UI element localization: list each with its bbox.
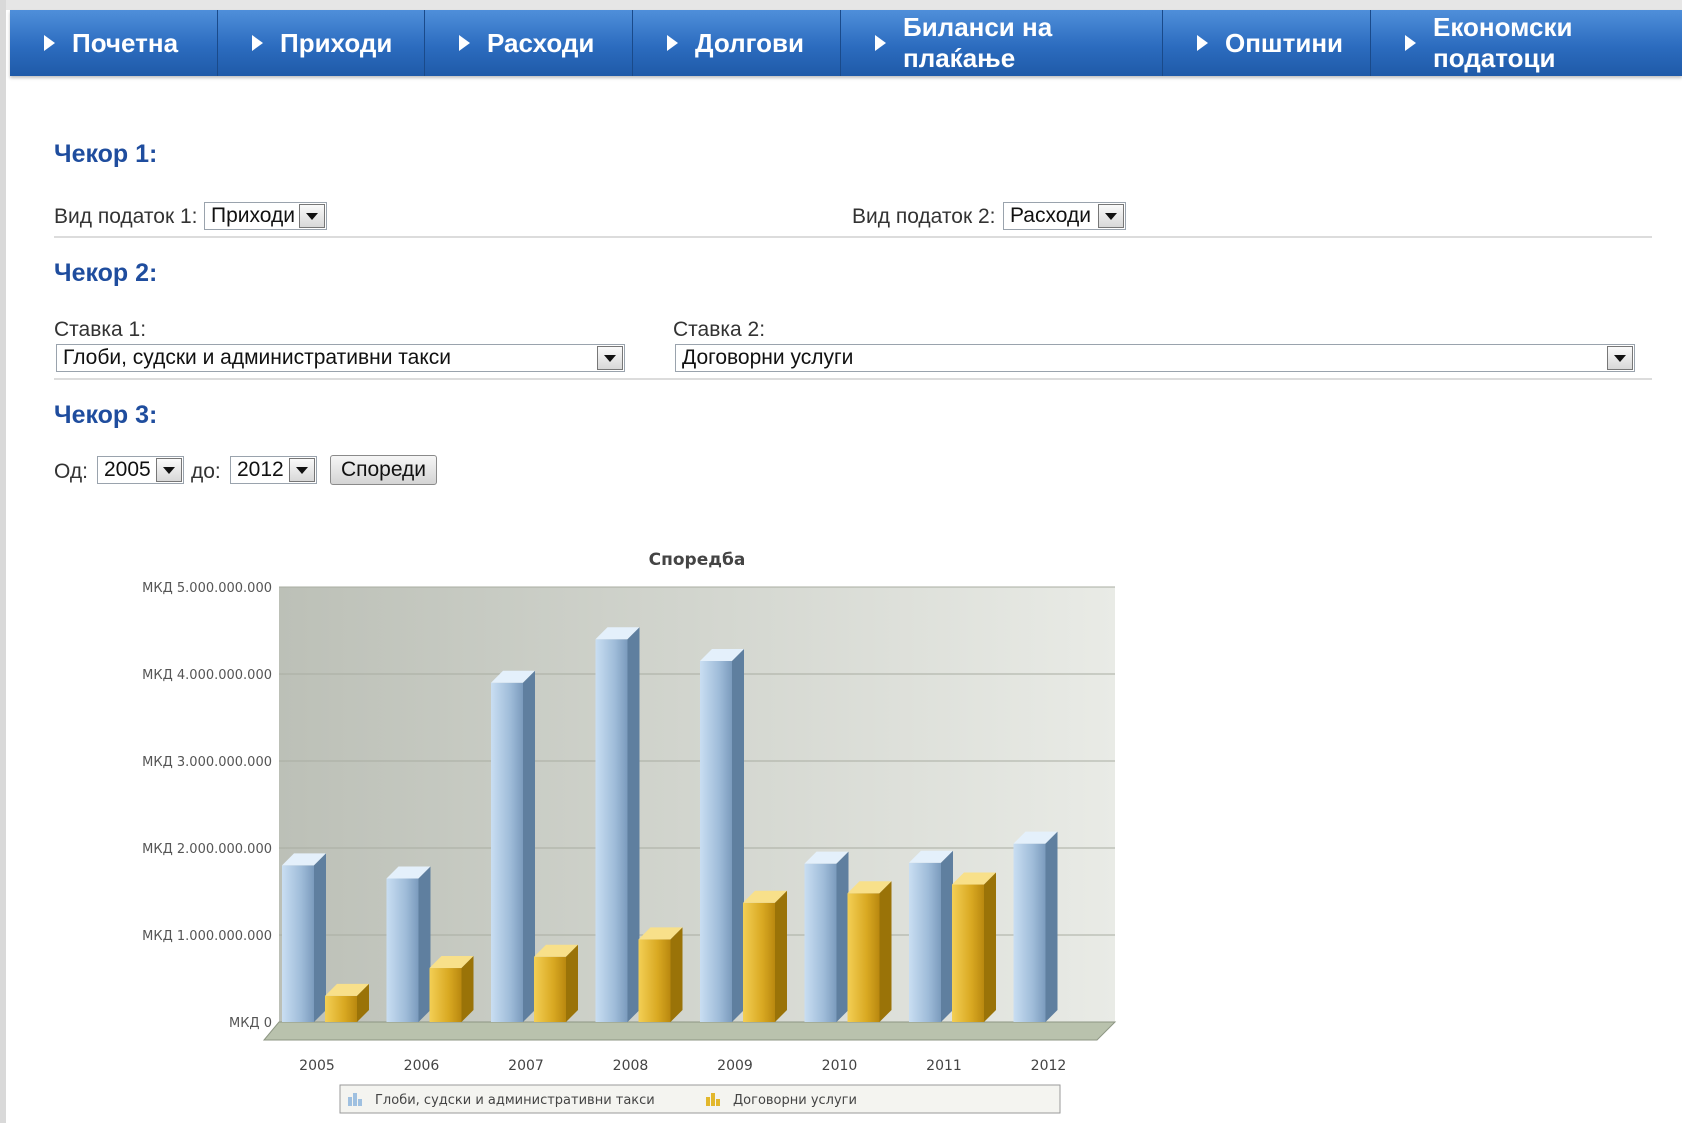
x-tick-label: 2008 — [613, 1058, 649, 1074]
nav-item-municipalities[interactable]: Општини — [1163, 10, 1371, 76]
bar-series2 — [638, 927, 683, 1022]
nav-item-label: Долгови — [695, 27, 804, 58]
chevron-down-icon — [1105, 213, 1117, 220]
nav-item-label: Биланси на плаќање — [903, 12, 1053, 73]
bar-series1 — [1013, 831, 1058, 1022]
chevron-down-icon — [1614, 355, 1626, 362]
to-label: до: — [191, 460, 221, 483]
x-tick-label: 2006 — [404, 1058, 440, 1074]
y-tick-label: МКД 2.000.000.000 — [142, 842, 272, 857]
x-tick-label: 2007 — [508, 1058, 544, 1074]
dropdown-button[interactable] — [1098, 204, 1124, 228]
from-label: Од: — [54, 460, 88, 483]
dropdown-button[interactable] — [1607, 346, 1633, 370]
comparison-chart: Споредба МКД 0 МКД 1.000.000.000 МКД 2.000… — [142, 550, 1117, 1114]
chevron-down-icon — [163, 467, 175, 474]
play-arrow-icon — [459, 35, 470, 51]
play-arrow-icon — [44, 35, 55, 51]
dropdown-button[interactable] — [597, 346, 623, 370]
bar-series1 — [491, 670, 535, 1022]
step1-title: Чекор 1: — [54, 140, 158, 168]
main-nav: Почетна Приходи Расходи Долгови Биланси … — [10, 10, 1682, 76]
item1-label: Ставка 1: — [54, 318, 147, 341]
play-arrow-icon — [1405, 35, 1416, 51]
chart-legend: Глоби, судски и административни такси До… — [339, 1084, 1061, 1114]
bar-series2 — [952, 872, 996, 1022]
y-tick-label: МКД 3.000.000.000 — [142, 755, 272, 770]
divider — [54, 236, 1652, 238]
nav-item-label: Општини — [1225, 27, 1344, 58]
play-arrow-icon — [1197, 35, 1208, 51]
step3-title: Чекор 3: — [54, 401, 158, 429]
bar-series1 — [595, 627, 640, 1022]
nav-item-balance-of-payments[interactable]: Биланси на плаќање — [841, 10, 1163, 76]
nav-item-home[interactable]: Почетна — [10, 10, 218, 76]
chevron-down-icon — [306, 213, 318, 220]
divider — [54, 378, 1652, 380]
bar-series2 — [429, 956, 474, 1022]
data-type1-select[interactable]: Приходи — [204, 202, 327, 230]
data-type2-label: Вид податок 2: — [852, 205, 996, 228]
nav-item-revenues[interactable]: Приходи — [218, 10, 425, 76]
item2-value: Договорни услуги — [682, 346, 854, 369]
y-tick-label: МКД 4.000.000.000 — [142, 668, 272, 683]
bar-series2 — [847, 881, 892, 1022]
x-tick-label: 2012 — [1031, 1058, 1067, 1074]
chevron-down-icon — [296, 467, 308, 474]
dropdown-button[interactable] — [299, 204, 325, 228]
to-year-select[interactable]: 2012 — [230, 456, 317, 484]
data-type1-label: Вид податок 1: — [54, 205, 198, 228]
item1-value: Глоби, судски и административни такси — [63, 346, 451, 369]
dropdown-button[interactable] — [289, 458, 315, 482]
item1-select[interactable]: Глоби, судски и административни такси — [56, 344, 625, 372]
x-tick-label: 2005 — [299, 1058, 335, 1074]
nav-item-label: Расходи — [487, 27, 595, 58]
bar-series1 — [386, 866, 431, 1022]
window-top-edge — [0, 0, 1682, 10]
y-tick-label: МКД 5.000.000.000 — [142, 581, 272, 596]
data-type2-select[interactable]: Расходи — [1003, 202, 1126, 230]
y-tick-label: МКД 0 — [229, 1016, 272, 1031]
nav-item-label: Економски податоци — [1433, 12, 1573, 73]
legend-series1-label: Глоби, судски и административни такси — [375, 1093, 655, 1108]
bar-series2 — [325, 983, 369, 1022]
data-type2-value: Расходи — [1010, 204, 1091, 227]
dropdown-button[interactable] — [156, 458, 182, 482]
bar-series1 — [700, 648, 744, 1022]
legend-series2-label: Договорни услуги — [733, 1093, 857, 1108]
nav-item-expenditures[interactable]: Расходи — [425, 10, 633, 76]
bar-series2 — [534, 944, 578, 1022]
x-tick-label: 2009 — [717, 1058, 753, 1074]
play-arrow-icon — [252, 35, 263, 51]
bar-series1 — [909, 850, 953, 1022]
x-tick-label: 2011 — [926, 1058, 962, 1074]
to-year-value: 2012 — [237, 458, 284, 481]
chevron-down-icon — [604, 355, 616, 362]
from-year-value: 2005 — [104, 458, 151, 481]
nav-item-debts[interactable]: Долгови — [633, 10, 841, 76]
chart-title: Споредба — [649, 550, 746, 570]
item2-select[interactable]: Договорни услуги — [675, 344, 1635, 372]
from-year-select[interactable]: 2005 — [97, 456, 184, 484]
nav-item-label: Приходи — [280, 27, 393, 58]
bar-series1 — [282, 853, 326, 1022]
data-type1-value: Приходи — [211, 204, 295, 227]
nav-item-economic-data[interactable]: Економски податоци — [1371, 10, 1682, 76]
step2-title: Чекор 2: — [54, 259, 158, 287]
bar-series2 — [743, 890, 787, 1022]
play-arrow-icon — [667, 35, 678, 51]
compare-button[interactable]: Спореди — [330, 455, 437, 485]
bar-series1 — [804, 851, 849, 1022]
y-tick-label: МКД 1.000.000.000 — [142, 929, 272, 944]
plot-floor — [262, 1021, 1117, 1041]
x-tick-label: 2010 — [822, 1058, 858, 1074]
nav-item-label: Почетна — [72, 27, 179, 58]
item2-label: Ставка 2: — [673, 318, 766, 341]
play-arrow-icon — [875, 35, 886, 51]
